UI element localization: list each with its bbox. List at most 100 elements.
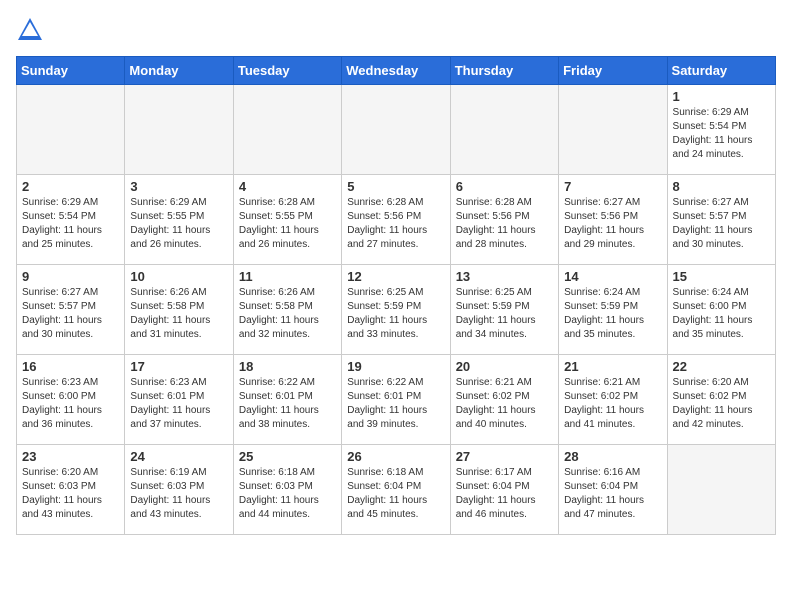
- day-cell: 11 Sunrise: 6:26 AMSunset: 5:58 PMDayligh…: [233, 265, 341, 355]
- day-number: 3: [130, 179, 227, 194]
- day-number: 11: [239, 269, 336, 284]
- day-cell: 15 Sunrise: 6:24 AMSunset: 6:00 PMDayligh…: [667, 265, 775, 355]
- logo-icon: [16, 16, 44, 44]
- day-cell: 22 Sunrise: 6:20 AMSunset: 6:02 PMDayligh…: [667, 355, 775, 445]
- day-header-tuesday: Tuesday: [233, 57, 341, 85]
- day-info: Sunrise: 6:20 AMSunset: 6:03 PMDaylight:…: [22, 466, 119, 522]
- empty-cell: [17, 85, 125, 175]
- day-number: 7: [564, 179, 661, 194]
- day-info: Sunrise: 6:26 AMSunset: 5:58 PMDaylight:…: [239, 286, 336, 342]
- day-cell: 5Sunrise: 6:28 AMSunset: 5:56 PMDaylight…: [342, 175, 450, 265]
- day-header-thursday: Thursday: [450, 57, 558, 85]
- day-cell: 14Sunrise: 6:24 AMSunset: 5:59 PMDayligh…: [559, 265, 667, 355]
- day-info: Sunrise: 6:27 AMSunset: 5:56 PMDaylight:…: [564, 196, 661, 252]
- day-cell: 16Sunrise: 6:23 AMSunset: 6:00 PMDayligh…: [17, 355, 125, 445]
- day-number: 16: [22, 359, 119, 374]
- empty-cell: [450, 85, 558, 175]
- day-cell: 19 Sunrise: 6:22 AMSunset: 6:01 PMDayligh…: [342, 355, 450, 445]
- page-header: [16, 16, 776, 44]
- empty-cell: [342, 85, 450, 175]
- day-cell: 12 Sunrise: 6:25 AMSunset: 5:59 PMDayligh…: [342, 265, 450, 355]
- day-info: Sunrise: 6:24 AMSunset: 5:59 PMDaylight:…: [564, 286, 661, 342]
- day-cell: 13 Sunrise: 6:25 AMSunset: 5:59 PMDayligh…: [450, 265, 558, 355]
- day-info: Sunrise: 6:29 AMSunset: 5:54 PMDaylight:…: [673, 106, 770, 162]
- calendar-table: SundayMondayTuesdayWednesdayThursdayFrid…: [16, 56, 776, 535]
- day-info: Sunrise: 6:17 AMSunset: 6:04 PMDaylight:…: [456, 466, 553, 522]
- day-number: 12: [347, 269, 444, 284]
- day-cell: 3 Sunrise: 6:29 AMSunset: 5:55 PMDaylight…: [125, 175, 233, 265]
- day-info: Sunrise: 6:24 AMSunset: 6:00 PMDaylight:…: [673, 286, 770, 342]
- day-number: 9: [22, 269, 119, 284]
- day-cell: 17 Sunrise: 6:23 AMSunset: 6:01 PMDayligh…: [125, 355, 233, 445]
- day-info: Sunrise: 6:29 AMSunset: 5:54 PMDaylight:…: [22, 196, 119, 252]
- day-info: Sunrise: 6:28 AMSunset: 5:56 PMDaylight:…: [456, 196, 553, 252]
- day-cell: 23 Sunrise: 6:20 AMSunset: 6:03 PMDayligh…: [17, 445, 125, 535]
- day-cell: 2 Sunrise: 6:29 AMSunset: 5:54 PMDaylight…: [17, 175, 125, 265]
- day-number: 26: [347, 449, 444, 464]
- day-info: Sunrise: 6:29 AMSunset: 5:55 PMDaylight:…: [130, 196, 227, 252]
- day-cell: 18 Sunrise: 6:22 AMSunset: 6:01 PMDayligh…: [233, 355, 341, 445]
- day-cell: 8 Sunrise: 6:27 AMSunset: 5:57 PMDaylight…: [667, 175, 775, 265]
- day-info: Sunrise: 6:21 AMSunset: 6:02 PMDaylight:…: [456, 376, 553, 432]
- day-number: 19: [347, 359, 444, 374]
- empty-cell: [559, 85, 667, 175]
- day-cell: 26Sunrise: 6:18 AMSunset: 6:04 PMDayligh…: [342, 445, 450, 535]
- calendar-week-row: 1Sunrise: 6:29 AMSunset: 5:54 PMDaylight…: [17, 85, 776, 175]
- day-number: 2: [22, 179, 119, 194]
- day-number: 27: [456, 449, 553, 464]
- day-number: 18: [239, 359, 336, 374]
- day-info: Sunrise: 6:21 AMSunset: 6:02 PMDaylight:…: [564, 376, 661, 432]
- day-info: Sunrise: 6:27 AMSunset: 5:57 PMDaylight:…: [22, 286, 119, 342]
- day-number: 28: [564, 449, 661, 464]
- day-number: 6: [456, 179, 553, 194]
- day-info: Sunrise: 6:23 AMSunset: 6:01 PMDaylight:…: [130, 376, 227, 432]
- day-header-wednesday: Wednesday: [342, 57, 450, 85]
- day-cell: 27 Sunrise: 6:17 AMSunset: 6:04 PMDayligh…: [450, 445, 558, 535]
- calendar-header-row: SundayMondayTuesdayWednesdayThursdayFrid…: [17, 57, 776, 85]
- day-info: Sunrise: 6:20 AMSunset: 6:02 PMDaylight:…: [673, 376, 770, 432]
- day-info: Sunrise: 6:25 AMSunset: 5:59 PMDaylight:…: [456, 286, 553, 342]
- day-info: Sunrise: 6:19 AMSunset: 6:03 PMDaylight:…: [130, 466, 227, 522]
- calendar-week-row: 2 Sunrise: 6:29 AMSunset: 5:54 PMDaylight…: [17, 175, 776, 265]
- day-number: 20: [456, 359, 553, 374]
- day-info: Sunrise: 6:18 AMSunset: 6:03 PMDaylight:…: [239, 466, 336, 522]
- day-number: 10: [130, 269, 227, 284]
- day-number: 15: [673, 269, 770, 284]
- day-number: 4: [239, 179, 336, 194]
- day-number: 23: [22, 449, 119, 464]
- day-info: Sunrise: 6:22 AMSunset: 6:01 PMDaylight:…: [239, 376, 336, 432]
- day-cell: 6 Sunrise: 6:28 AMSunset: 5:56 PMDaylight…: [450, 175, 558, 265]
- logo: [16, 16, 48, 44]
- day-cell: 21 Sunrise: 6:21 AMSunset: 6:02 PMDayligh…: [559, 355, 667, 445]
- day-info: Sunrise: 6:26 AMSunset: 5:58 PMDaylight:…: [130, 286, 227, 342]
- day-cell: 1Sunrise: 6:29 AMSunset: 5:54 PMDaylight…: [667, 85, 775, 175]
- day-cell: 25 Sunrise: 6:18 AMSunset: 6:03 PMDayligh…: [233, 445, 341, 535]
- day-info: Sunrise: 6:27 AMSunset: 5:57 PMDaylight:…: [673, 196, 770, 252]
- day-cell: 20 Sunrise: 6:21 AMSunset: 6:02 PMDayligh…: [450, 355, 558, 445]
- day-number: 13: [456, 269, 553, 284]
- day-cell: 24 Sunrise: 6:19 AMSunset: 6:03 PMDayligh…: [125, 445, 233, 535]
- day-cell: 7 Sunrise: 6:27 AMSunset: 5:56 PMDaylight…: [559, 175, 667, 265]
- day-number: 21: [564, 359, 661, 374]
- day-number: 22: [673, 359, 770, 374]
- empty-cell: [233, 85, 341, 175]
- day-number: 24: [130, 449, 227, 464]
- day-number: 17: [130, 359, 227, 374]
- calendar-week-row: 23 Sunrise: 6:20 AMSunset: 6:03 PMDayligh…: [17, 445, 776, 535]
- day-cell: 9 Sunrise: 6:27 AMSunset: 5:57 PMDaylight…: [17, 265, 125, 355]
- day-info: Sunrise: 6:16 AMSunset: 6:04 PMDaylight:…: [564, 466, 661, 522]
- day-number: 5: [347, 179, 444, 194]
- day-number: 8: [673, 179, 770, 194]
- calendar-week-row: 16Sunrise: 6:23 AMSunset: 6:00 PMDayligh…: [17, 355, 776, 445]
- day-info: Sunrise: 6:22 AMSunset: 6:01 PMDaylight:…: [347, 376, 444, 432]
- day-info: Sunrise: 6:25 AMSunset: 5:59 PMDaylight:…: [347, 286, 444, 342]
- day-cell: 10 Sunrise: 6:26 AMSunset: 5:58 PMDayligh…: [125, 265, 233, 355]
- day-cell: 4 Sunrise: 6:28 AMSunset: 5:55 PMDaylight…: [233, 175, 341, 265]
- calendar-week-row: 9 Sunrise: 6:27 AMSunset: 5:57 PMDaylight…: [17, 265, 776, 355]
- day-header-saturday: Saturday: [667, 57, 775, 85]
- day-info: Sunrise: 6:28 AMSunset: 5:55 PMDaylight:…: [239, 196, 336, 252]
- empty-cell: [667, 445, 775, 535]
- day-cell: 28 Sunrise: 6:16 AMSunset: 6:04 PMDayligh…: [559, 445, 667, 535]
- day-header-friday: Friday: [559, 57, 667, 85]
- day-number: 25: [239, 449, 336, 464]
